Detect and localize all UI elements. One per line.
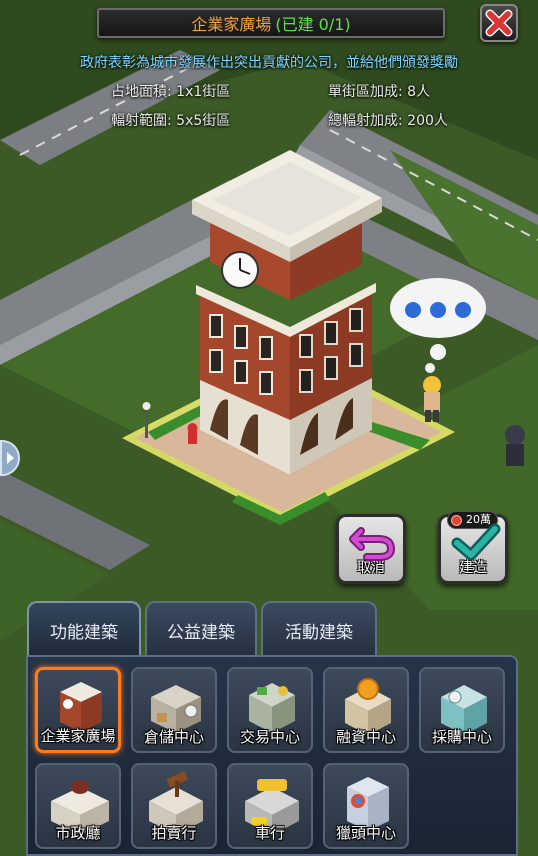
tab-event-buildings[interactable]: 活動建築 [261,601,377,657]
building-label: 融資中心 [335,728,396,746]
chevron-right-icon [7,452,14,464]
cancel-button[interactable]: 取消 [336,514,406,584]
building-label: 市政廳 [55,824,101,842]
building-label: 企業家廣場 [40,727,116,745]
building-list-panel: 企業家廣場 倉儲中心 交易中心 融資中心 採購中心 市政廳 拍賣行 車行 獵頭中… [26,655,518,856]
stat-block-bonus: 單街區加成: 8人 [328,84,431,100]
build-status: (已建 0/1) [275,15,351,34]
building-title-bar: 企業家廣場 (已建 0/1) [97,8,445,38]
tab-label: 公益建築 [167,622,235,643]
building-label: 倉儲中心 [143,728,204,746]
building-card-procurement-center[interactable]: 採購中心 [419,667,505,753]
building-label: 採購中心 [431,728,492,746]
stat-total-bonus: 總輻射加成: 200人 [328,113,448,129]
building-card-car-dealer[interactable]: 車行 [227,763,313,849]
close-icon [485,9,513,37]
tab-label: 功能建築 [50,622,118,643]
close-button[interactable] [480,4,518,42]
build-button[interactable]: 20萬 建造 [438,511,508,584]
undo-arrow-icon [349,527,396,561]
building-description: 政府表彰為城市發展作出突出貢獻的公司，並給他們頒發獎勵 [80,55,458,71]
building-card-city-hall[interactable]: 市政廳 [35,763,121,849]
category-tabs: 功能建築 公益建築 活動建築 [27,601,381,657]
building-card-entrepreneur-plaza[interactable]: 企業家廣場 [35,667,121,753]
building-label: 獵頭中心 [335,824,396,842]
building-card-headhunter-center[interactable]: 獵頭中心 [323,763,409,849]
building-card-auction-house[interactable]: 拍賣行 [131,763,217,849]
tab-functional-buildings[interactable]: 功能建築 [27,601,141,657]
building-card-trade-center[interactable]: 交易中心 [227,667,313,753]
stat-radius: 輻射範圍: 5x5街區 [111,113,231,129]
tab-public-buildings[interactable]: 公益建築 [145,601,257,657]
building-card-finance-center[interactable]: 融資中心 [323,667,409,753]
tab-label: 活動建築 [285,622,353,643]
building-card-warehouse[interactable]: 倉儲中心 [131,667,217,753]
building-label: 拍賣行 [151,824,197,842]
stat-area: 占地面積: 1x1街區 [111,84,231,100]
checkmark-icon [451,523,501,561]
building-label: 車行 [254,824,285,842]
building-label: 交易中心 [239,728,300,746]
building-name: 企業家廣場 [191,15,272,34]
